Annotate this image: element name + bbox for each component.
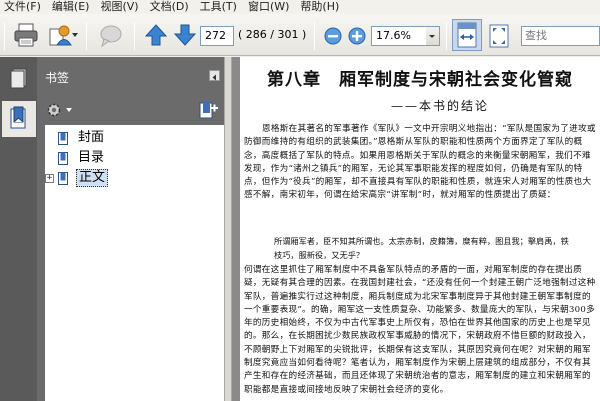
options-gear-icon[interactable] xyxy=(45,101,65,119)
fit-width-button[interactable] xyxy=(452,19,482,51)
bookmark-item[interactable]: 封面 xyxy=(45,129,106,147)
toolbar-separator xyxy=(446,22,447,50)
toolbar-separator xyxy=(86,22,87,50)
menu-tools[interactable]: 工具(T) xyxy=(196,0,244,14)
bookmark-icon xyxy=(58,171,68,185)
page-number-input[interactable]: 272 xyxy=(200,26,234,46)
chevron-left-icon xyxy=(212,74,216,81)
chevron-down-icon[interactable] xyxy=(72,33,78,38)
bookmark-icon xyxy=(58,131,68,145)
bookmarks-title: 书签 xyxy=(45,71,70,85)
toolbar-separator xyxy=(314,22,315,50)
zoom-out-icon[interactable] xyxy=(324,27,342,45)
document-view[interactable]: 第八章 厢军制度与宋朝社会变化管窥 ——本书的结论 恩格斯在其著名的军事著作《军… xyxy=(232,57,600,401)
bookmark-item[interactable]: + 正文 xyxy=(45,169,109,187)
toolbar-separator xyxy=(134,22,135,50)
pages-tab[interactable] xyxy=(2,61,36,97)
bookmark-label: 封面 xyxy=(78,130,105,145)
bookmarks-tab[interactable] xyxy=(2,101,36,137)
comment-icon[interactable] xyxy=(98,22,124,48)
fit-width-icon xyxy=(457,22,477,48)
zoom-in-icon[interactable] xyxy=(348,27,366,45)
menu-window[interactable]: 窗口(W) xyxy=(244,0,296,14)
bookmark-icon xyxy=(58,151,68,165)
full-screen-icon[interactable] xyxy=(486,22,512,50)
next-page-icon[interactable] xyxy=(174,23,196,47)
menu-bar: 文件(F) 编辑(E) 视图(V) 文档(D) 工具(T) 窗口(W) 帮助(H… xyxy=(0,0,600,14)
toolbar: 272 ( 286 / 301 ) 17.6% 查找 xyxy=(0,14,600,56)
zoom-dropdown[interactable] xyxy=(426,26,440,46)
expander-placeholder xyxy=(45,154,54,163)
bookmarks-toolbar xyxy=(37,95,224,125)
pages-icon xyxy=(10,68,27,89)
chevron-down-icon[interactable] xyxy=(66,108,72,113)
menu-view[interactable]: 视图(V) xyxy=(96,0,145,14)
toolbar-separator xyxy=(4,22,5,50)
chevron-down-icon xyxy=(429,35,435,38)
bookmark-item[interactable]: 目录 xyxy=(45,149,106,167)
block-quote: 所谓厢军者，臣不知其所谓也。太宗赤制，皮籍簿，糜有粹，图且我；擊肩禹，铁枝巧，服… xyxy=(274,236,569,260)
bookmarks-header: 书签 xyxy=(37,57,224,93)
menu-edit[interactable]: 编辑(E) xyxy=(48,0,97,14)
new-bookmark-icon[interactable] xyxy=(197,99,219,121)
panel-splitter[interactable] xyxy=(224,57,232,401)
bookmark-label: 目录 xyxy=(78,150,105,165)
previous-page-icon[interactable] xyxy=(145,23,167,47)
collapse-panel-button[interactable] xyxy=(209,70,220,81)
navigation-strip xyxy=(0,57,37,401)
bookmark-icon xyxy=(10,106,26,129)
page-count: ( 286 / 301 ) xyxy=(238,28,307,41)
bookmark-label: 正文 xyxy=(76,169,109,187)
chapter-subtitle: ——本书的结论 xyxy=(390,99,489,113)
chapter-title: 第八章 厢军制度与宋朝社会变化管窥 xyxy=(267,70,573,90)
expand-toggle[interactable]: + xyxy=(45,173,54,183)
body-paragraph: 恩格斯在其著名的军事著作《军队》一文中开宗明义地指出：“军队是国家为了进攻或防御… xyxy=(244,124,596,201)
expander-placeholder xyxy=(45,134,54,143)
print-icon[interactable] xyxy=(12,21,40,49)
menu-help[interactable]: 帮助(H) xyxy=(296,0,346,14)
body-paragraph: 何谓在这里抓住了厢军制度中不具备军队特点的矛盾的一面，对厢军制度的存在提出质疑，… xyxy=(244,265,596,395)
menu-document[interactable]: 文档(D) xyxy=(146,0,196,14)
zoom-input[interactable]: 17.6% xyxy=(371,26,427,46)
document-page: 第八章 厢军制度与宋朝社会变化管窥 ——本书的结论 恩格斯在其著名的军事著作《军… xyxy=(240,57,600,401)
search-input[interactable]: 查找 xyxy=(521,26,600,46)
bookmark-tree: 封面 目录 + 正文 xyxy=(45,125,224,401)
menu-file[interactable]: 文件(F) xyxy=(0,0,48,14)
collaborate-icon[interactable] xyxy=(46,21,74,49)
bookmarks-panel: 书签 封面 目录 + 正文 xyxy=(37,57,224,401)
